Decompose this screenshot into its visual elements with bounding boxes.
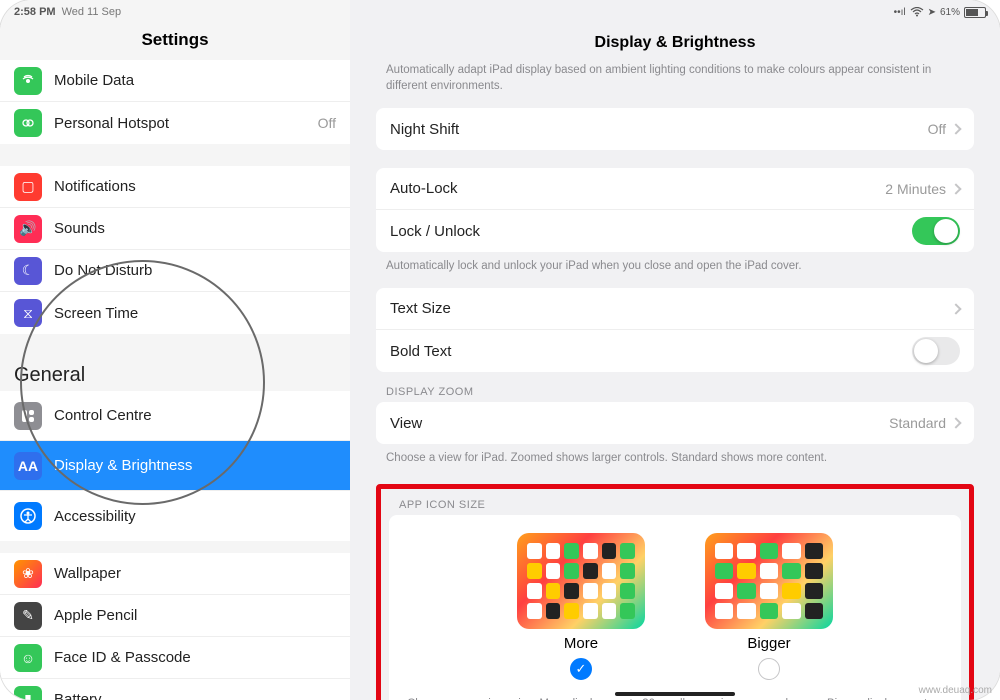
dnd-icon: ☾ bbox=[14, 257, 42, 285]
radio-bigger[interactable] bbox=[758, 658, 780, 680]
sidebar-item-label: Do Not Disturb bbox=[54, 262, 336, 279]
battery-indicator bbox=[964, 7, 986, 18]
app-icon-size-header: APP ICON SIZE bbox=[389, 497, 961, 515]
sidebar-item-display-brightness[interactable]: AA Display & Brightness bbox=[0, 441, 350, 491]
sidebar-item-accessibility[interactable]: Accessibility bbox=[0, 491, 350, 541]
view-description: Choose a view for iPad. Zoomed shows lar… bbox=[376, 444, 974, 480]
main-title: Display & Brightness bbox=[350, 24, 1000, 62]
option-label: More bbox=[517, 635, 645, 652]
sidebar-item-screen-time[interactable]: ⧖ Screen Time bbox=[0, 292, 350, 334]
lock-description: Automatically lock and unlock your iPad … bbox=[376, 252, 974, 288]
chevron-right-icon bbox=[950, 124, 961, 135]
row-lock-unlock: Lock / Unlock bbox=[376, 210, 974, 252]
chevron-right-icon bbox=[950, 418, 961, 429]
sidebar: 2:58 PM Wed 11 Sep Settings Mobile Data … bbox=[0, 0, 350, 700]
sidebar-item-label: Screen Time bbox=[54, 305, 336, 322]
sidebar-item-wallpaper[interactable]: ❀ Wallpaper bbox=[0, 553, 350, 595]
row-label: Auto-Lock bbox=[390, 180, 885, 197]
sidebar-item-label: Sounds bbox=[54, 220, 336, 237]
sidebar-item-label: Mobile Data bbox=[54, 72, 336, 89]
battery-pct: 61% bbox=[940, 7, 960, 18]
row-view[interactable]: View Standard bbox=[376, 402, 974, 444]
sidebar-item-label: Accessibility bbox=[54, 508, 336, 525]
row-text-size[interactable]: Text Size bbox=[376, 288, 974, 330]
sidebar-item-value: Off bbox=[318, 115, 336, 131]
wallpaper-icon: ❀ bbox=[14, 560, 42, 588]
sidebar-item-label: Face ID & Passcode bbox=[54, 649, 336, 666]
app-icon-size-highlight: APP ICON SIZE More ✓ bbox=[376, 484, 974, 700]
sidebar-item-control-centre[interactable]: Control Centre bbox=[0, 391, 350, 441]
sidebar-item-label: Personal Hotspot bbox=[54, 115, 318, 132]
pencil-icon: ✎ bbox=[14, 602, 42, 630]
true-tone-description: Automatically adapt iPad display based o… bbox=[376, 62, 974, 108]
section-general: General bbox=[0, 356, 350, 391]
signal-icon: ••ıl bbox=[894, 7, 906, 18]
preview-bigger bbox=[705, 533, 833, 629]
option-bigger[interactable]: Bigger bbox=[705, 533, 833, 680]
row-label: Night Shift bbox=[390, 121, 928, 138]
sounds-icon: 🔊 bbox=[14, 215, 42, 243]
sidebar-item-label: Apple Pencil bbox=[54, 607, 336, 624]
sidebar-item-do-not-disturb[interactable]: ☾ Do Not Disturb bbox=[0, 250, 350, 292]
sidebar-item-apple-pencil[interactable]: ✎ Apple Pencil bbox=[0, 595, 350, 637]
sidebar-item-label: Control Centre bbox=[54, 407, 336, 424]
location-icon: ➤ bbox=[928, 7, 936, 18]
row-value: 2 Minutes bbox=[885, 181, 946, 197]
wifi-icon bbox=[910, 7, 924, 17]
row-label: View bbox=[390, 415, 889, 432]
preview-more bbox=[517, 533, 645, 629]
mobile-data-icon bbox=[14, 67, 42, 95]
notifications-icon: ▢ bbox=[14, 173, 42, 201]
control-centre-icon bbox=[14, 402, 42, 430]
sidebar-item-label: Wallpaper bbox=[54, 565, 336, 582]
row-value: Off bbox=[928, 121, 946, 137]
chevron-right-icon bbox=[950, 303, 961, 314]
display-icon: AA bbox=[14, 452, 42, 480]
status-time: 2:58 PM bbox=[14, 6, 56, 18]
row-auto-lock[interactable]: Auto-Lock 2 Minutes bbox=[376, 168, 974, 210]
status-bar: 2:58 PM Wed 11 Sep bbox=[0, 0, 350, 24]
home-indicator[interactable] bbox=[615, 692, 735, 696]
accessibility-icon bbox=[14, 502, 42, 530]
sidebar-item-face-id[interactable]: ☺ Face ID & Passcode bbox=[0, 637, 350, 679]
sidebar-item-label: Notifications bbox=[54, 178, 336, 195]
display-zoom-header: DISPLAY ZOOM bbox=[376, 372, 974, 402]
hotspot-icon bbox=[14, 109, 42, 137]
row-value: Standard bbox=[889, 415, 946, 431]
sidebar-item-battery[interactable]: ▮ Battery bbox=[0, 679, 350, 700]
battery-icon: ▮ bbox=[14, 686, 42, 700]
sidebar-item-sounds[interactable]: 🔊 Sounds bbox=[0, 208, 350, 250]
lock-unlock-toggle[interactable] bbox=[912, 217, 960, 245]
main-panel: ••ıl ➤ 61% Display & Brightness Automati… bbox=[350, 0, 1000, 700]
sidebar-item-label: Battery bbox=[54, 691, 336, 700]
sidebar-item-mobile-data[interactable]: Mobile Data bbox=[0, 60, 350, 102]
chevron-right-icon bbox=[950, 183, 961, 194]
sidebar-item-personal-hotspot[interactable]: Personal Hotspot Off bbox=[0, 102, 350, 144]
bold-text-toggle[interactable] bbox=[912, 337, 960, 365]
row-label: Text Size bbox=[390, 300, 952, 317]
option-more[interactable]: More ✓ bbox=[517, 533, 645, 680]
status-bar-right: ••ıl ➤ 61% bbox=[350, 0, 1000, 24]
row-label: Bold Text bbox=[390, 343, 912, 360]
row-label: Lock / Unlock bbox=[390, 223, 912, 240]
row-night-shift[interactable]: Night Shift Off bbox=[376, 108, 974, 150]
sidebar-item-notifications[interactable]: ▢ Notifications bbox=[0, 166, 350, 208]
screen-time-icon: ⧖ bbox=[14, 299, 42, 327]
face-id-icon: ☺ bbox=[14, 644, 42, 672]
status-date: Wed 11 Sep bbox=[62, 6, 122, 18]
sidebar-item-label: Display & Brightness bbox=[54, 457, 336, 474]
option-label: Bigger bbox=[705, 635, 833, 652]
watermark: www.deuaq.com bbox=[919, 685, 992, 696]
row-bold-text: Bold Text bbox=[376, 330, 974, 372]
sidebar-title: Settings bbox=[0, 24, 350, 60]
radio-more[interactable]: ✓ bbox=[570, 658, 592, 680]
